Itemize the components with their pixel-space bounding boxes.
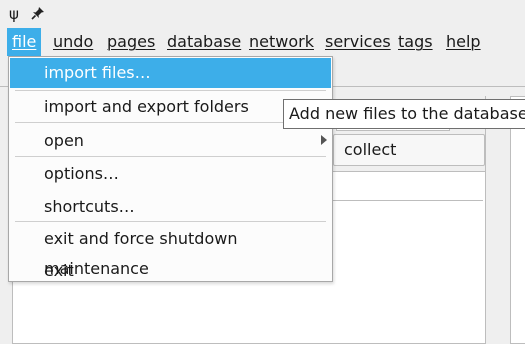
collect-unmatched-button[interactable]: collect unmatched bbox=[333, 134, 485, 189]
menu-undo[interactable]: undo bbox=[53, 28, 93, 56]
file-menu-dropdown: import files… import and export folders … bbox=[8, 56, 333, 282]
menu-item-open[interactable]: open bbox=[10, 126, 331, 156]
pin-icon[interactable] bbox=[30, 5, 46, 21]
title-strip: ψ bbox=[0, 0, 525, 28]
menu-file[interactable]: file bbox=[7, 28, 42, 56]
menu-separator bbox=[15, 156, 326, 157]
menu-item-exit[interactable]: exit bbox=[10, 256, 331, 286]
menu-separator bbox=[15, 122, 326, 123]
menu-item-import-files[interactable]: import files… bbox=[10, 58, 331, 88]
right-pane bbox=[510, 96, 525, 344]
menu-pages[interactable]: pages bbox=[107, 28, 155, 56]
menubar: file undo pages database network service… bbox=[0, 28, 525, 56]
menu-services[interactable]: services bbox=[325, 28, 391, 56]
menu-separator bbox=[15, 90, 326, 91]
menu-tags[interactable]: tags bbox=[398, 28, 433, 56]
psi-icon[interactable]: ψ bbox=[4, 4, 24, 24]
menu-item-shortcuts[interactable]: shortcuts… bbox=[10, 192, 331, 222]
menu-help[interactable]: help bbox=[446, 28, 481, 56]
tooltip: Add new files to the database. bbox=[283, 99, 525, 129]
menu-item-exit-force-shutdown[interactable]: exit and force shutdown maintenance bbox=[10, 224, 331, 278]
menu-item-options[interactable]: options… bbox=[10, 159, 331, 189]
menu-item-open-label: open bbox=[44, 131, 84, 150]
menu-database[interactable]: database bbox=[167, 28, 241, 56]
submenu-arrow-icon bbox=[321, 135, 327, 145]
menu-network[interactable]: network bbox=[249, 28, 314, 56]
menu-separator bbox=[15, 221, 326, 222]
